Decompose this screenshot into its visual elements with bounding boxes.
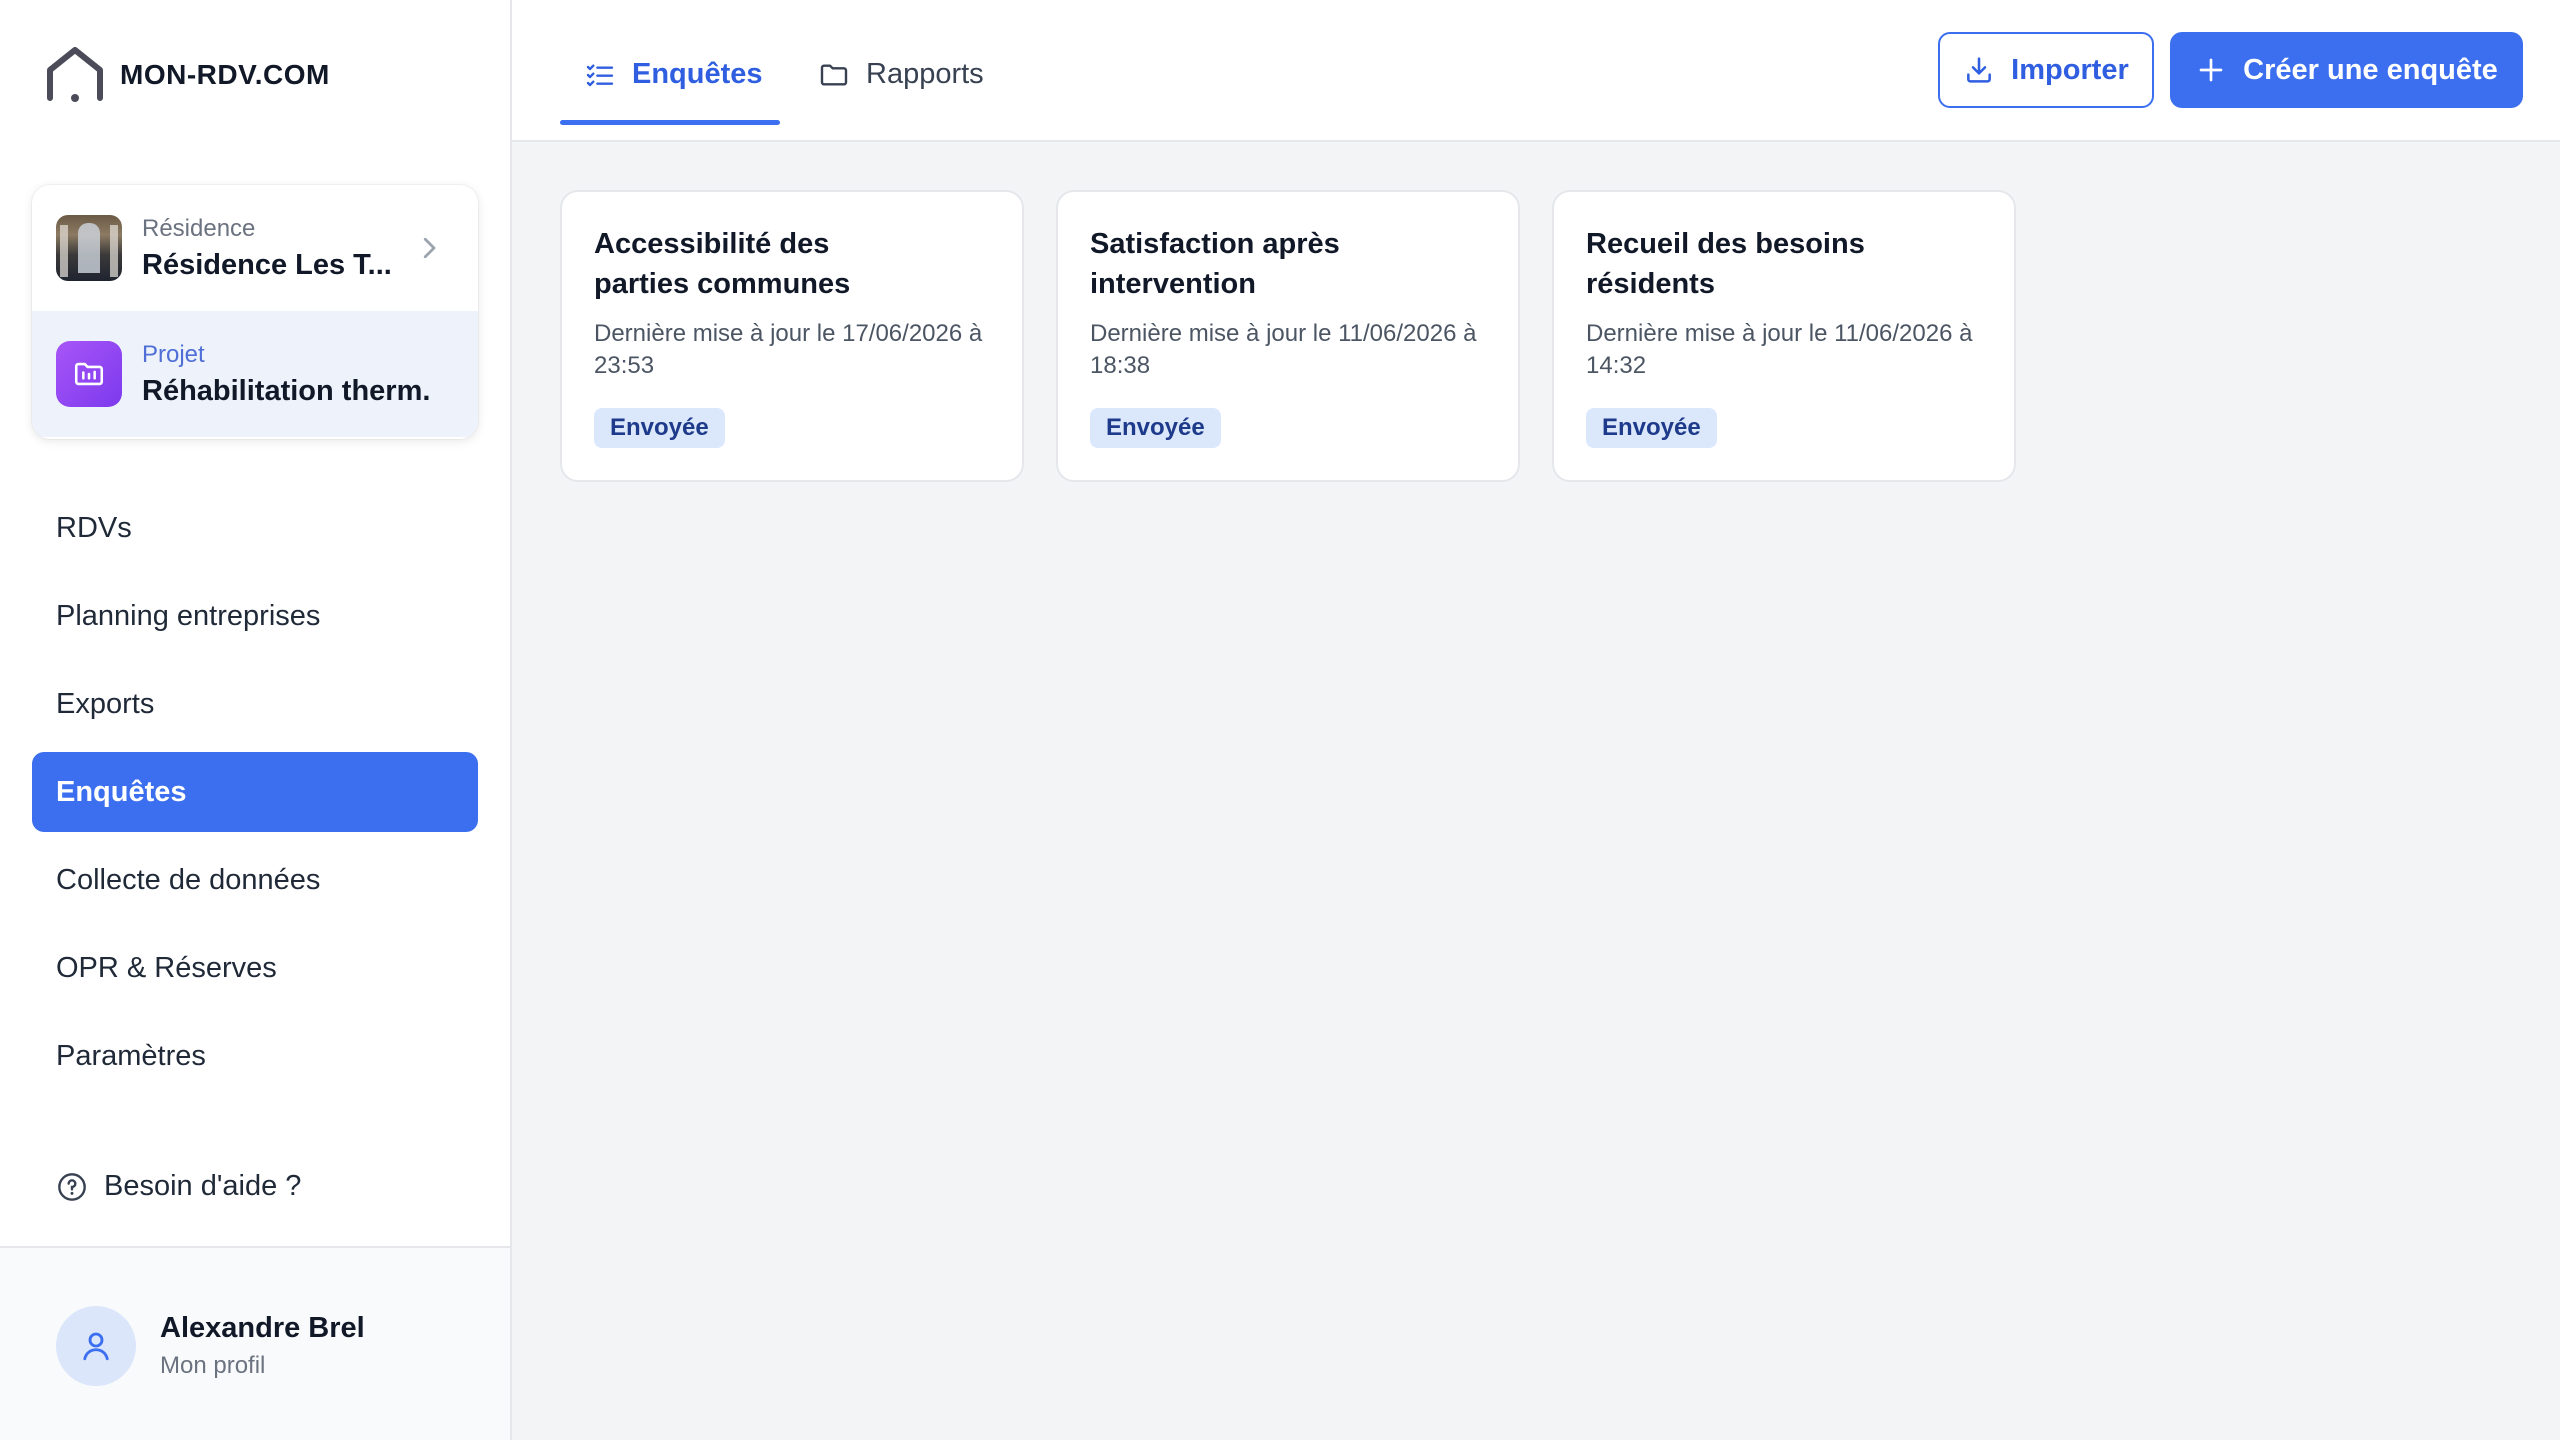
survey-card[interactable]: Satisfaction après intervention Dernière… <box>1056 190 1520 482</box>
plus-icon <box>2199 58 2223 82</box>
sidebar-item-parametres[interactable]: Paramètres <box>32 1016 478 1096</box>
survey-grid: Accessibilité des parties communes Derni… <box>560 190 2048 482</box>
project-selector[interactable]: Projet Réhabilitation therm... <box>32 311 478 437</box>
chevron-right-icon <box>423 237 436 259</box>
survey-title: Satisfaction après intervention <box>1090 228 1340 300</box>
sidebar: MON-RDV.COM Résidence Résidence Les T... <box>0 0 512 1440</box>
project-folder-icon <box>56 341 122 407</box>
tab-rapports-label: Rapports <box>866 58 984 90</box>
survey-updated-date: Dernière mise à jour le 17/06/2026 à 23:… <box>594 320 983 379</box>
survey-title: Accessibilité des parties communes <box>594 228 851 300</box>
residence-thumbnail <box>56 215 122 281</box>
sidebar-item-exports[interactable]: Exports <box>32 664 478 744</box>
folder-icon <box>820 63 848 86</box>
residence-name: Résidence Les T... <box>142 248 392 281</box>
survey-card[interactable]: Recueil des besoins résidents Dernière m… <box>1552 190 2016 482</box>
house-logo-icon <box>47 47 103 102</box>
survey-updated-date: Dernière mise à jour le 11/06/2026 à 14:… <box>1586 320 1973 379</box>
import-button-label: Importer <box>2011 53 2129 86</box>
status-badge: Envoyée <box>594 408 725 448</box>
sidebar-item-opr-reserves[interactable]: OPR & Réserves <box>32 928 478 1008</box>
status-badge: Envoyée <box>1090 408 1221 448</box>
user-profile[interactable]: Alexandre Brel Mon profil <box>0 1246 510 1440</box>
help-link[interactable]: Besoin d'aide ? <box>56 1170 301 1203</box>
survey-title: Recueil des besoins résidents <box>1586 228 1865 300</box>
profile-name: Alexandre Brel <box>160 1312 365 1344</box>
user-icon <box>83 1332 109 1361</box>
sidebar-item-collecte[interactable]: Collecte de données <box>32 840 478 920</box>
checklist-icon <box>586 63 614 86</box>
sidebar-item-rdvs[interactable]: RDVs <box>32 488 478 568</box>
project-label: Projet <box>142 340 205 368</box>
status-badge: Envoyée <box>1586 408 1717 448</box>
profile-subtitle: Mon profil <box>160 1352 266 1379</box>
avatar <box>56 1306 136 1386</box>
brand-name: MON-RDV.COM <box>120 59 330 90</box>
tab-enquetes-label: Enquêtes <box>632 58 763 90</box>
top-bar: Enquêtes Rapports Importer Créer une enq… <box>512 0 2560 142</box>
survey-card[interactable]: Accessibilité des parties communes Derni… <box>560 190 1024 482</box>
sidebar-item-planning[interactable]: Planning entreprises <box>32 576 478 656</box>
main-content: Enquêtes Rapports Importer Créer une enq… <box>512 0 2560 1440</box>
help-label: Besoin d'aide ? <box>104 1170 302 1202</box>
sidebar-item-enquetes[interactable]: Enquêtes <box>32 752 478 832</box>
help-circle-icon <box>58 1172 86 1201</box>
residence-selector[interactable]: Résidence Résidence Les T... <box>32 185 478 311</box>
tab-rapports[interactable]: Rapports <box>818 58 984 91</box>
download-icon <box>1967 57 1992 83</box>
create-survey-button[interactable]: Créer une enquête <box>2170 32 2523 108</box>
residence-label: Résidence <box>142 214 256 242</box>
project-name: Réhabilitation therm... <box>142 374 432 407</box>
survey-updated-date: Dernière mise à jour le 11/06/2026 à 18:… <box>1090 320 1477 379</box>
import-button[interactable]: Importer <box>1938 32 2154 108</box>
logo[interactable]: MON-RDV.COM <box>44 44 330 106</box>
sidebar-nav: RDVs Planning entreprises Exports Enquêt… <box>32 488 478 1104</box>
tab-enquetes[interactable]: Enquêtes <box>584 58 763 91</box>
context-switcher: Résidence Résidence Les T... Projet Réha… <box>32 185 478 439</box>
active-tab-indicator <box>560 120 780 125</box>
create-survey-button-label: Créer une enquête <box>2243 53 2498 86</box>
